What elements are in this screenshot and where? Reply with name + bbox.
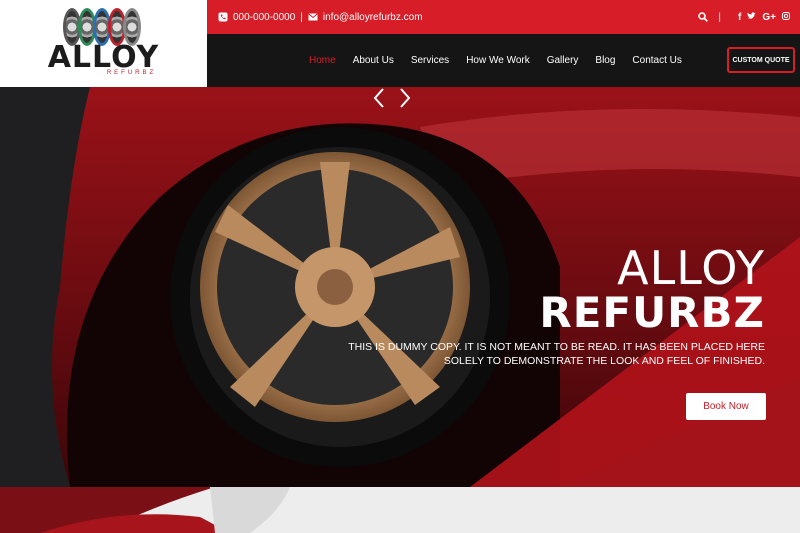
topbar-right: | f G+ xyxy=(698,11,790,23)
nav-item-how-we-work[interactable]: How We Work xyxy=(466,55,530,66)
phone-number[interactable]: 000-000-0000 xyxy=(233,12,295,23)
nav-item-home[interactable]: Home xyxy=(309,55,336,66)
site-logo[interactable]: ALLOY REFURBZ xyxy=(0,0,207,87)
nav-item-gallery[interactable]: Gallery xyxy=(547,55,579,66)
hero-description: THIS IS DUMMY COPY. IT IS NOT MEANT TO B… xyxy=(348,341,765,367)
email-address[interactable]: info@alloyrefurbz.com xyxy=(323,12,423,23)
logo-title: ALLOY xyxy=(47,39,160,75)
slider-prev-arrow-icon[interactable] xyxy=(372,87,386,109)
nav-item-about-us[interactable]: About Us xyxy=(353,55,394,66)
topbar-divider: | xyxy=(718,11,722,23)
nav-item-blog[interactable]: Blog xyxy=(595,55,615,66)
email-icon xyxy=(308,13,318,21)
main-nav: Home About Us Services How We Work Galle… xyxy=(309,34,699,87)
contact-separator: | xyxy=(300,11,303,23)
slider-next-arrow-icon[interactable] xyxy=(398,87,412,109)
nav-item-contact-us[interactable]: Contact Us xyxy=(632,55,681,66)
custom-quote-button[interactable]: CUSTOM QUOTE xyxy=(727,47,795,73)
phone-icon xyxy=(218,12,228,22)
twitter-icon[interactable] xyxy=(747,11,757,23)
google-plus-icon[interactable]: G+ xyxy=(762,12,776,23)
book-now-button[interactable]: Book Now xyxy=(686,393,766,420)
section-background-image xyxy=(0,487,800,533)
instagram-icon[interactable] xyxy=(782,11,790,23)
nav-item-services[interactable]: Services xyxy=(411,55,449,66)
top-contact-bar: 000-000-0000 | info@alloyrefurbz.com | f… xyxy=(207,0,800,34)
hero-heading-line1: ALLOY xyxy=(617,241,765,295)
hero-heading: ALLOY REFURBZ xyxy=(539,245,765,335)
search-icon[interactable] xyxy=(698,12,709,22)
next-section-preview xyxy=(0,487,800,533)
facebook-icon[interactable]: f xyxy=(738,12,741,23)
hero-heading-line2: REFURBZ xyxy=(539,288,765,337)
main-navbar: Home About Us Services How We Work Galle… xyxy=(207,34,800,87)
contact-info: 000-000-0000 | info@alloyrefurbz.com xyxy=(218,12,423,23)
hero-slider: ALLOY REFURBZ THIS IS DUMMY COPY. IT IS … xyxy=(0,87,800,487)
logo-subtitle: REFURBZ xyxy=(106,69,157,76)
